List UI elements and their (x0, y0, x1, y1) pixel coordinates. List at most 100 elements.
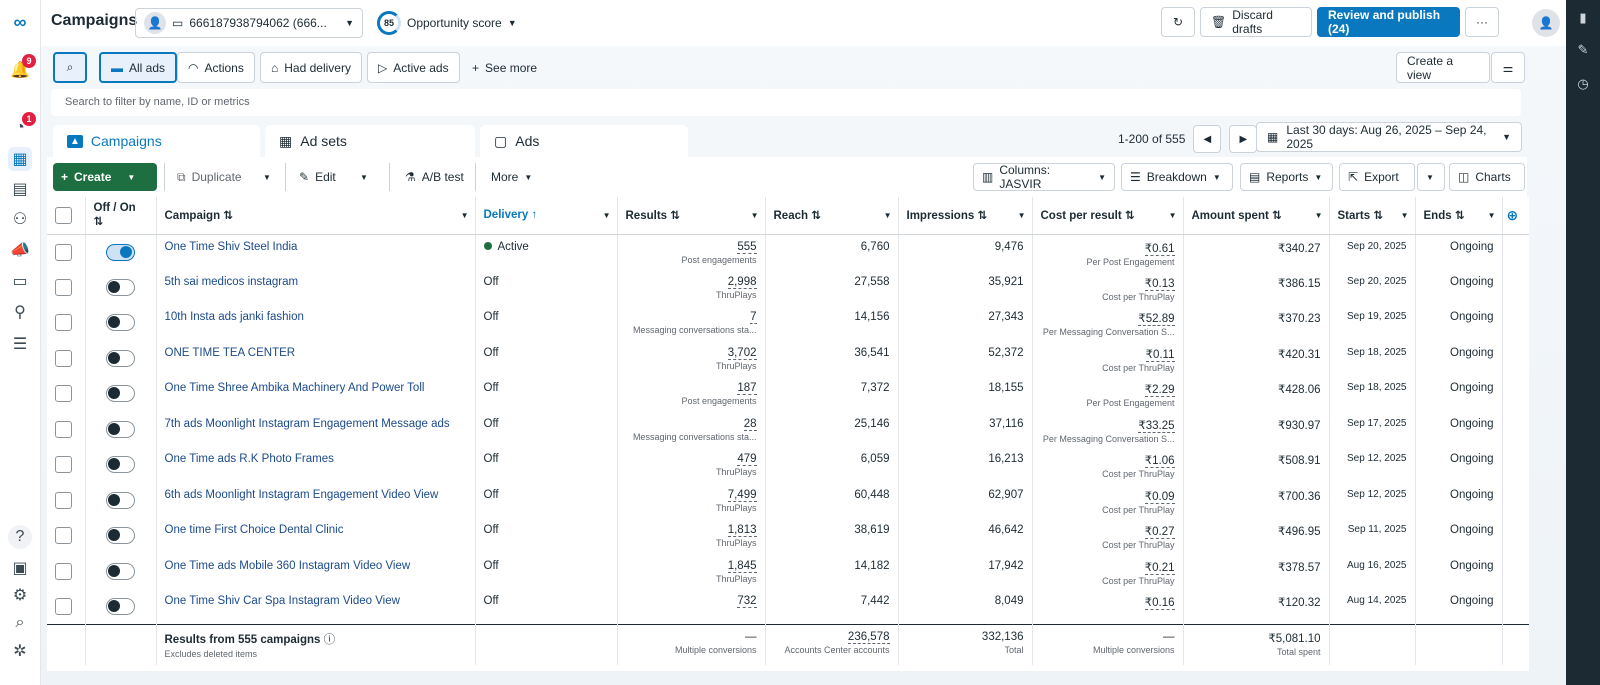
row-checkbox[interactable] (55, 314, 72, 331)
row-checkbox[interactable] (55, 562, 72, 580)
row-checkbox[interactable] (55, 527, 72, 544)
col-starts[interactable]: Starts ⇅ ▼ (1329, 197, 1416, 235)
billing-icon[interactable]: ▭ (8, 269, 32, 293)
tab-campaigns[interactable]: ▲ Campaigns (53, 125, 260, 157)
row-checkbox[interactable] (55, 385, 72, 402)
campaign-name-link[interactable]: 10th Insta ads janki fashion (165, 311, 304, 323)
campaign-name-link[interactable]: One Time Shree Ambika Machinery And Powe… (165, 382, 425, 394)
filter-active-ads[interactable]: ▷ Active ads (367, 52, 460, 83)
filter-had-delivery[interactable]: ⌂ Had delivery (260, 52, 362, 83)
charts-button[interactable]: ◫ Charts (1449, 163, 1525, 191)
col-offon[interactable]: Off / On ⇅ (85, 197, 157, 235)
campaign-toggle[interactable] (106, 562, 135, 580)
row-checkbox[interactable] (55, 598, 72, 615)
reports-button[interactable]: ▤ Reports ▼ (1240, 163, 1333, 191)
create-view-button[interactable]: Create a view (1396, 52, 1490, 83)
opportunity-score[interactable]: 85 Opportunity score ▼ (377, 11, 517, 35)
profile-avatar[interactable]: 👤 (1532, 9, 1560, 37)
row-checkbox[interactable] (55, 456, 72, 473)
clock-icon[interactable]: ◷ (1575, 76, 1591, 92)
campaign-name-link[interactable]: 5th sai medicos instagram (165, 276, 299, 288)
row-checkbox[interactable] (55, 278, 72, 296)
more-button[interactable]: More ▼ (483, 163, 540, 191)
col-campaign[interactable]: Campaign ⇅ ▼ (156, 197, 476, 235)
campaign-name-link[interactable]: One Time Shiv Steel India (165, 241, 298, 253)
bug-icon[interactable]: ✲ (8, 639, 32, 663)
row-checkbox[interactable] (55, 420, 72, 438)
view-settings-button[interactable]: ⚌ (1491, 52, 1525, 83)
col-amount-spent[interactable]: Amount spent ⇅ ▼ (1183, 197, 1330, 235)
export-menu-button[interactable]: ▼ (1417, 163, 1445, 191)
row-checkbox[interactable] (55, 349, 72, 367)
messages-icon[interactable]: ◔ 1 (8, 112, 36, 140)
duplicate-menu-button[interactable]: ▼ (255, 163, 279, 191)
edit-button[interactable]: ✎ Edit (291, 163, 344, 191)
table-row[interactable]: One Time Shiv Steel India Active 555 Post… (47, 234, 1529, 270)
events-manager-icon[interactable]: ⚲ (8, 300, 32, 324)
campaign-toggle[interactable] (106, 385, 135, 402)
notifications-icon[interactable]: 🔔 9 (8, 54, 36, 82)
campaign-toggle[interactable] (106, 314, 135, 331)
table-row[interactable]: One Time Shiv Car Spa Instagram Video Vi… (47, 589, 1529, 625)
edit-menu-button[interactable]: ▼ (352, 163, 376, 191)
table-row[interactable]: One time First Choice Dental Clinic Off … (47, 518, 1529, 554)
col-reach[interactable]: Reach ⇅ ▼ (765, 197, 899, 235)
settings-icon[interactable]: ⚙ (8, 583, 32, 607)
col-cost-per-result[interactable]: Cost per result ⇅ ▼ (1032, 197, 1184, 235)
notes-icon[interactable]: ▣ (8, 556, 32, 580)
info-icon[interactable]: ⓘ (324, 634, 336, 646)
table-row[interactable]: One Time ads Mobile 360 Instagram Video … (47, 553, 1529, 589)
col-impressions[interactable]: Impressions ⇅ ▼ (898, 197, 1033, 235)
table-row[interactable]: ONE TIME TEA CENTER Off 3,702 ThruPlays 3… (47, 340, 1529, 376)
account-selector[interactable]: 👤 ▭ 666187938794062 (666... ▼ (135, 8, 363, 38)
table-row[interactable]: 5th sai medicos instagram Off 2,998 ThruP… (47, 269, 1529, 305)
campaign-toggle[interactable] (106, 243, 135, 261)
filter-all-ads[interactable]: ▬ All ads (99, 52, 178, 83)
campaign-name-link[interactable]: One Time ads R.K Photo Frames (165, 453, 334, 465)
campaigns-table-icon[interactable]: ▦ (8, 147, 32, 171)
search-button[interactable]: ⌕ (53, 52, 87, 83)
breakdown-button[interactable]: ☰ Breakdown ▼ (1121, 163, 1233, 191)
filter-actions[interactable]: ◠ Actions (177, 52, 255, 83)
table-row[interactable]: One Time ads R.K Photo Frames Off 479 Thr… (47, 447, 1529, 483)
row-checkbox[interactable] (55, 243, 72, 261)
create-button[interactable]: + Create ▼ (53, 163, 157, 191)
table-row[interactable]: 7th ads Moonlight Instagram Engagement M… (47, 411, 1529, 447)
review-publish-button[interactable]: Review and publish (24) (1317, 7, 1460, 37)
campaign-toggle[interactable] (106, 456, 135, 473)
discard-drafts-button[interactable]: 🗑 Discard drafts (1200, 7, 1312, 37)
duplicate-button[interactable]: ⧉ Duplicate (169, 163, 250, 191)
columns-button[interactable]: ▥ Columns: JASVIR ▼ (973, 163, 1115, 191)
table-row[interactable]: 6th ads Moonlight Instagram Engagement V… (47, 482, 1529, 518)
campaign-toggle[interactable] (106, 598, 135, 615)
campaign-toggle[interactable] (106, 278, 135, 296)
campaign-toggle[interactable] (106, 527, 135, 544)
col-results[interactable]: Results ⇅ ▼ (617, 197, 766, 235)
col-ends[interactable]: Ends ⇅ ▼ (1415, 197, 1503, 235)
campaign-toggle[interactable] (106, 349, 135, 367)
table-row[interactable]: 10th Insta ads janki fashion Off 7 Messag… (47, 305, 1529, 341)
pages-icon[interactable]: ▤ (8, 177, 32, 201)
campaign-name-link[interactable]: One time First Choice Dental Clinic (165, 524, 344, 536)
campaign-name-link[interactable]: ONE TIME TEA CENTER (165, 347, 296, 359)
bar-chart-icon[interactable]: ▮ (1575, 10, 1591, 26)
campaign-name-link[interactable]: 6th ads Moonlight Instagram Engagement V… (165, 489, 439, 501)
row-checkbox[interactable] (55, 491, 72, 509)
search-input[interactable]: Search to filter by name, ID or metrics (51, 89, 1521, 116)
meta-logo-icon[interactable]: ∞ (8, 10, 32, 34)
export-button[interactable]: ⇱ Export (1339, 163, 1415, 191)
campaign-toggle[interactable] (106, 491, 135, 509)
campaign-toggle[interactable] (106, 420, 135, 438)
table-row[interactable]: One Time Shree Ambika Machinery And Powe… (47, 376, 1529, 412)
menu-icon[interactable]: ☰ (8, 332, 32, 356)
col-delivery[interactable]: Delivery ↑ ▼ (475, 197, 618, 235)
help-icon[interactable]: ? (8, 525, 32, 549)
pencil-icon[interactable]: ✎ (1575, 42, 1591, 58)
prev-page-button[interactable]: ◀ (1193, 125, 1222, 153)
tab-ad-sets[interactable]: ▦ Ad sets (265, 125, 475, 157)
add-column-button[interactable]: ⊕ (1502, 197, 1529, 235)
megaphone-icon[interactable]: 📣 (8, 238, 32, 262)
see-more-button[interactable]: + See more (461, 52, 548, 83)
campaign-name-link[interactable]: One Time Shiv Car Spa Instagram Video Vi… (165, 595, 400, 607)
select-all-checkbox[interactable] (55, 206, 72, 224)
